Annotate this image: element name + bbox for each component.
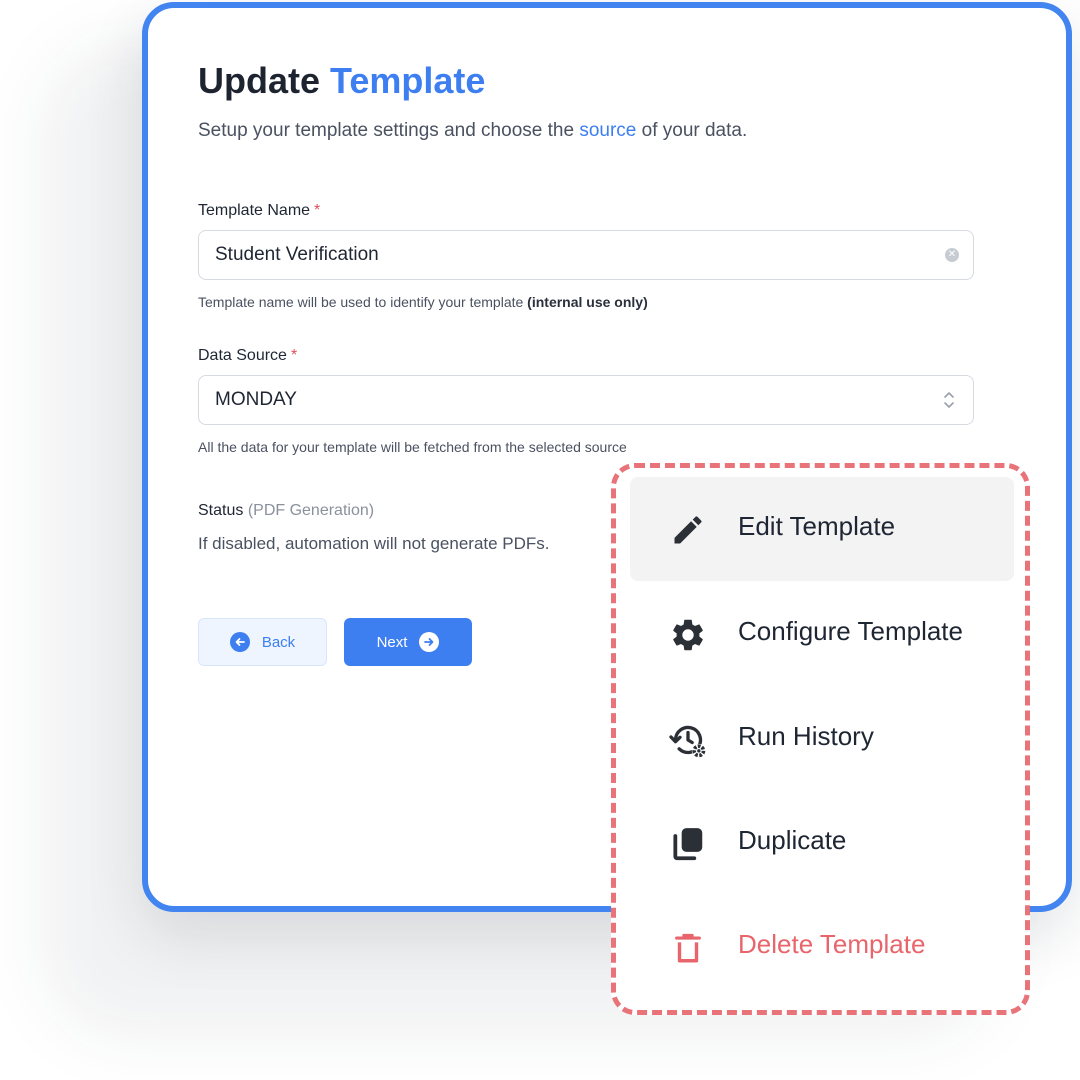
- menu-item-run-history[interactable]: Run History: [630, 687, 1014, 791]
- subtitle-source-link[interactable]: source: [579, 120, 636, 141]
- history-settings-icon: [668, 720, 708, 760]
- next-button[interactable]: Next: [344, 618, 472, 666]
- status-description: If disabled, automation will not generat…: [198, 534, 550, 553]
- title-part-2: Template: [330, 60, 486, 101]
- status-label: Status (PDF Generation): [198, 502, 374, 520]
- next-button-label: Next: [376, 633, 408, 651]
- data-source-label-text: Data Source: [198, 347, 287, 364]
- template-actions-menu: Edit Template Configure Template Run His…: [611, 463, 1030, 1015]
- back-button[interactable]: Back: [198, 618, 327, 666]
- required-mark: *: [314, 202, 321, 219]
- pencil-icon: [668, 510, 708, 550]
- page-title: Update Template: [198, 60, 485, 102]
- data-source-label: Data Source *: [198, 347, 297, 365]
- menu-item-duplicate[interactable]: Duplicate: [630, 791, 1014, 895]
- menu-item-edit-template[interactable]: Edit Template: [630, 477, 1014, 581]
- back-button-label: Back: [261, 633, 296, 651]
- menu-item-label: Run History: [738, 721, 874, 751]
- template-name-help: Template name will be used to identify y…: [198, 294, 648, 310]
- data-source-value: MONDAY: [215, 389, 297, 410]
- data-source-help: All the data for your template will be f…: [198, 439, 627, 455]
- template-name-value: Student Verification: [215, 244, 379, 265]
- page-subtitle: Setup your template settings and choose …: [198, 120, 747, 142]
- subtitle-text: Setup your template settings and choose …: [198, 120, 580, 141]
- status-label-muted: (PDF Generation): [247, 502, 375, 519]
- subtitle-text-end: of your data.: [636, 120, 748, 141]
- menu-item-delete-template[interactable]: Delete Template: [630, 895, 1014, 999]
- clear-icon[interactable]: ✕: [945, 248, 959, 262]
- template-name-help-text: Template name will be used to identify y…: [198, 294, 528, 310]
- gear-icon: [668, 615, 708, 655]
- template-name-input[interactable]: Student Verification ✕: [198, 230, 974, 280]
- required-mark: *: [290, 347, 298, 364]
- menu-item-label: Configure Template: [738, 616, 963, 646]
- template-name-label-text: Template Name: [198, 202, 311, 219]
- duplicate-icon: [668, 824, 708, 864]
- menu-item-configure-template[interactable]: Configure Template: [630, 582, 1014, 686]
- arrow-right-icon: [419, 632, 440, 652]
- trash-icon: [668, 928, 708, 968]
- data-source-select[interactable]: MONDAY: [198, 375, 974, 425]
- arrow-left-icon: [229, 632, 250, 652]
- menu-item-label: Edit Template: [738, 511, 896, 541]
- chevron-up-down-icon: [944, 392, 954, 408]
- menu-item-label: Delete Template: [738, 929, 926, 959]
- menu-item-label: Duplicate: [738, 825, 847, 855]
- title-part-1: Update: [198, 60, 321, 101]
- status-label-text: Status: [198, 502, 244, 519]
- template-name-label: Template Name *: [198, 202, 320, 220]
- template-name-help-bold: (internal use only): [527, 294, 648, 310]
